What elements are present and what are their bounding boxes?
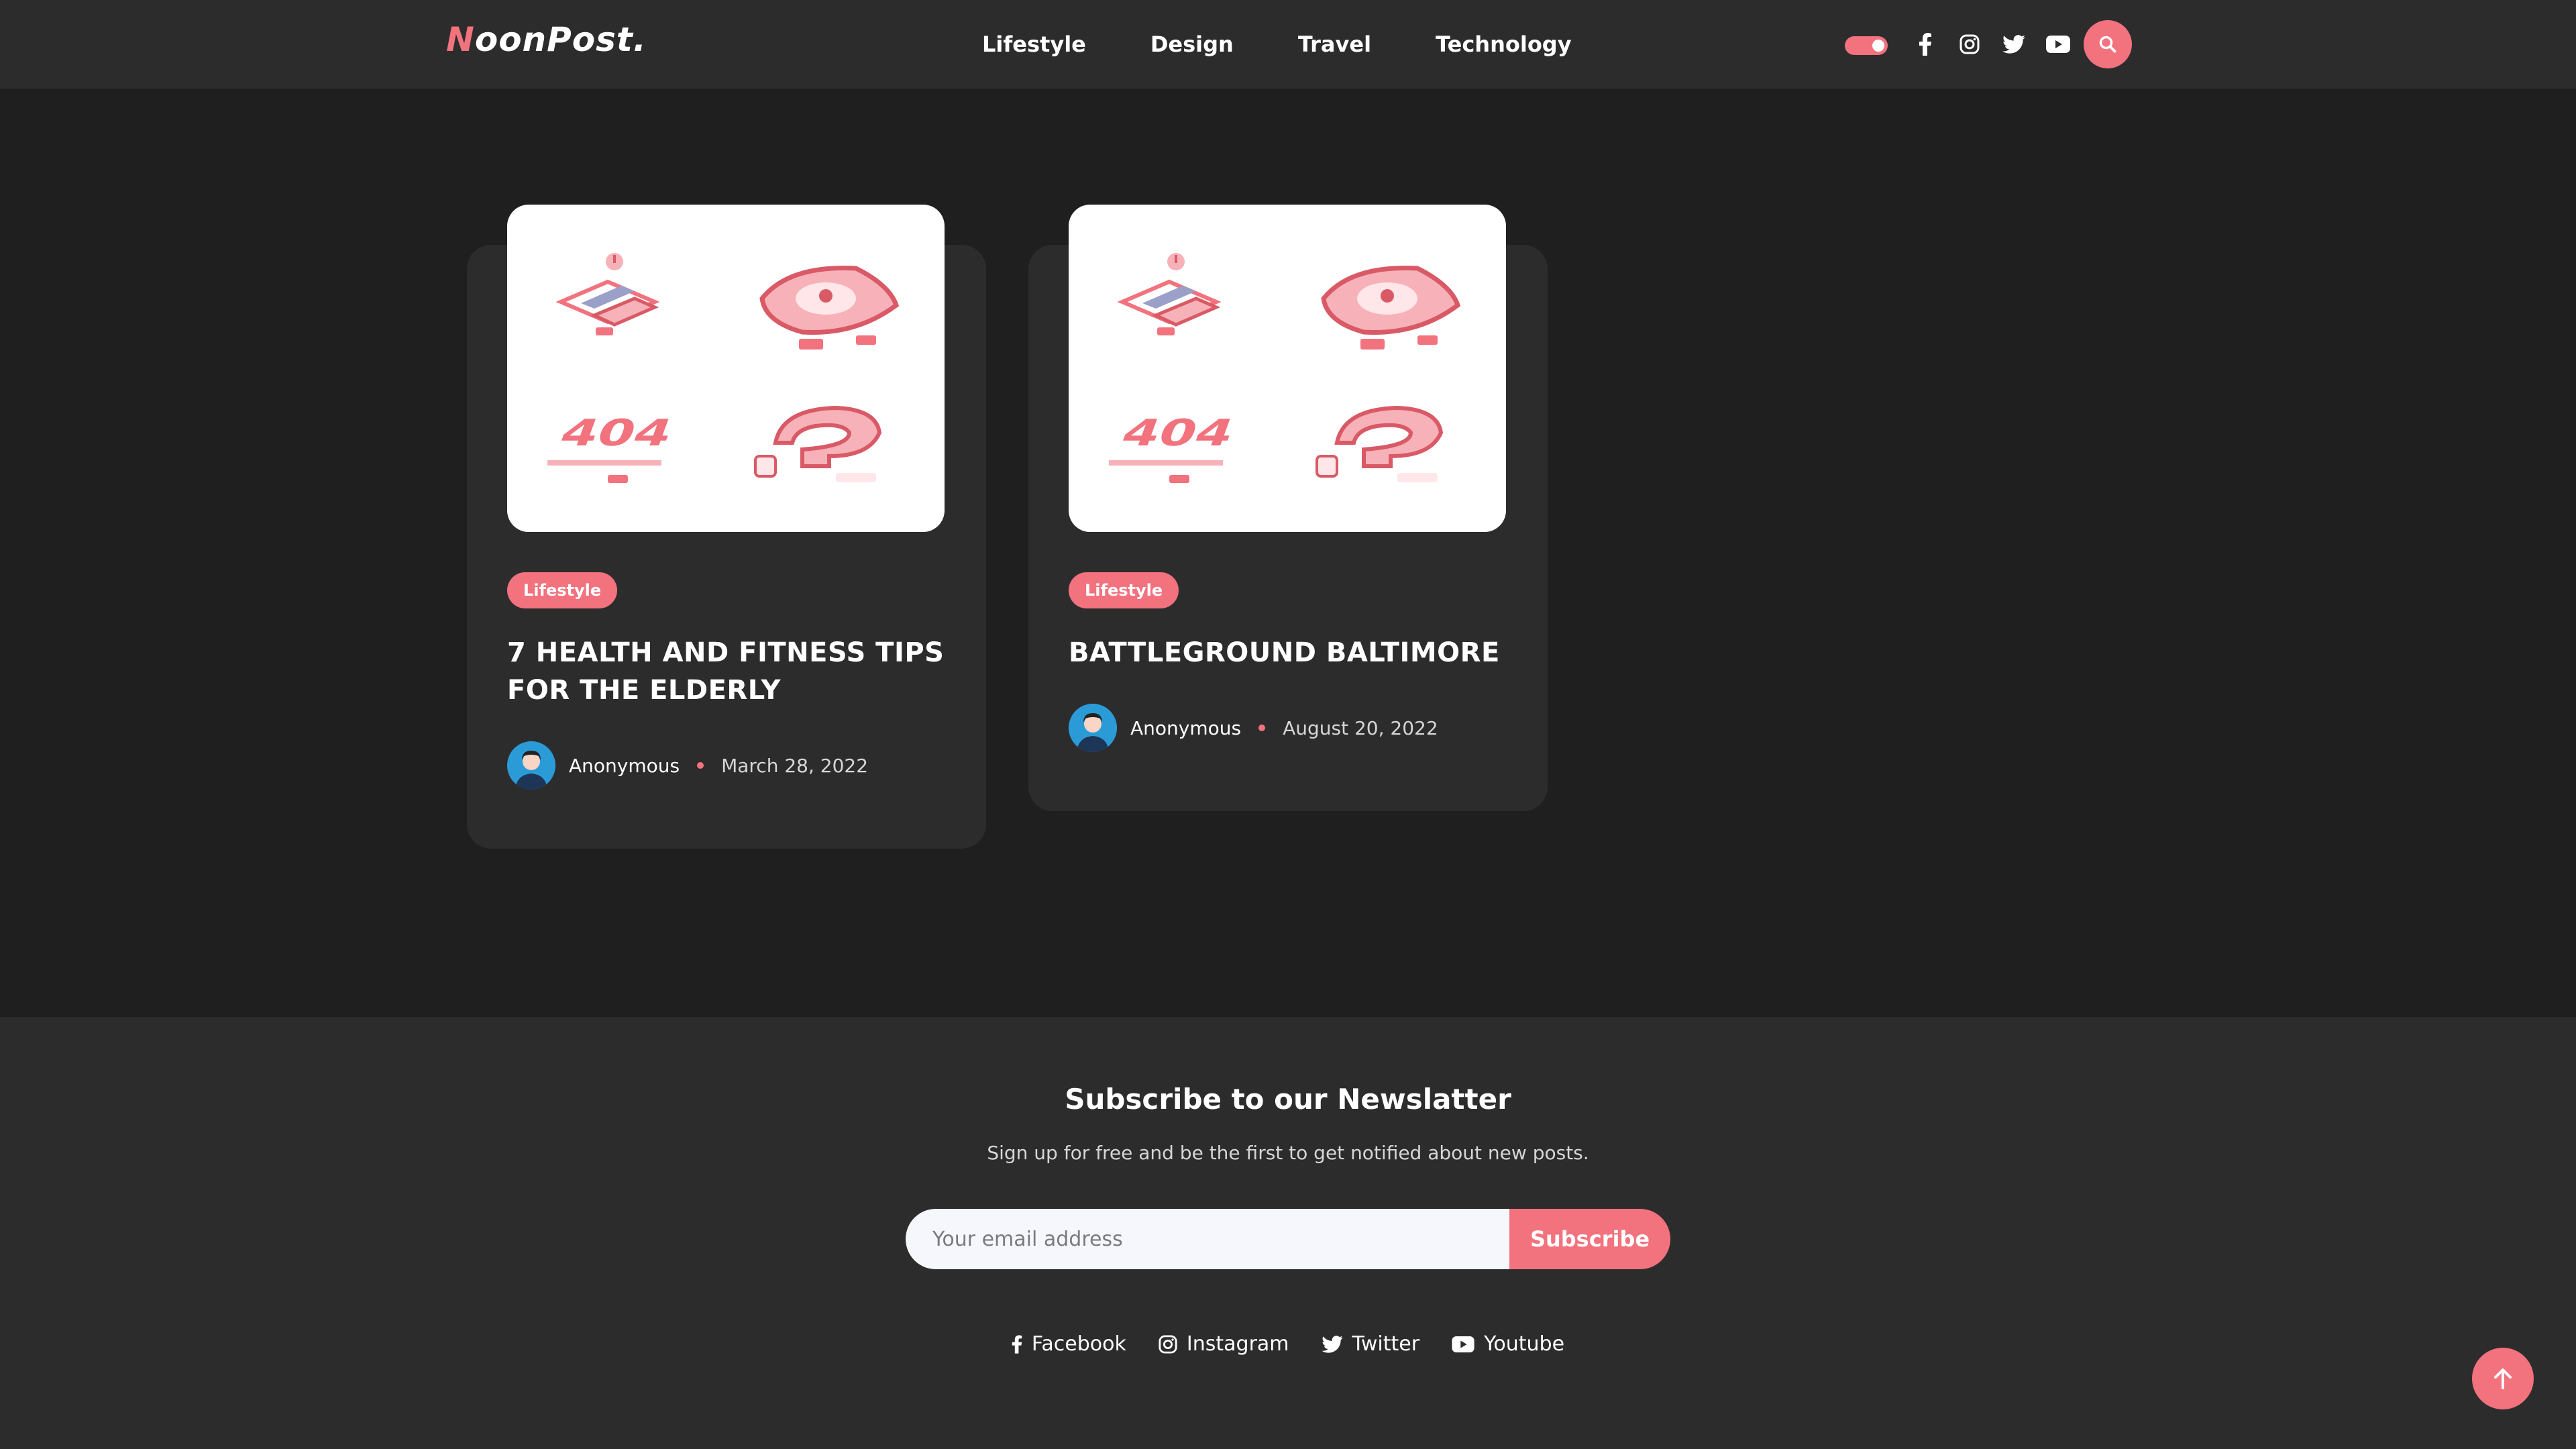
- main-nav: Lifestyle Design Travel Technology: [982, 0, 1572, 89]
- facebook-icon[interactable]: [1913, 32, 1937, 56]
- post-meta: Anonymous March 28, 2022: [507, 741, 868, 790]
- logo-initial: N: [446, 20, 475, 59]
- subscribe-button[interactable]: Subscribe: [1509, 1209, 1670, 1269]
- post-title[interactable]: BATTLEGROUND BALTIMORE: [1069, 634, 1511, 672]
- footer-link-instagram[interactable]: Instagram: [1159, 1332, 1289, 1356]
- nav-item-lifestyle[interactable]: Lifestyle: [982, 32, 1086, 57]
- twitter-icon[interactable]: [2002, 32, 2026, 56]
- newsletter-title: Subscribe to our Newslatter: [1065, 1083, 1511, 1116]
- dark-mode-toggle[interactable]: [1845, 36, 1888, 55]
- newsletter-subtitle: Sign up for free and be the first to get…: [987, 1142, 1589, 1164]
- footer-link-label: Youtube: [1484, 1332, 1565, 1356]
- post-card[interactable]: 404 Lifestyle 7 HEALTH AND FITNESS TIPS …: [467, 205, 986, 849]
- footer-link-label: Twitter: [1352, 1332, 1420, 1356]
- search-icon: [2099, 36, 2116, 53]
- footer-link-twitter[interactable]: Twitter: [1321, 1332, 1420, 1356]
- footer-link-label: Facebook: [1031, 1332, 1126, 1356]
- facebook-icon: [1012, 1334, 1022, 1354]
- post-card[interactable]: 404 Lifestyle BATTLEGROUND BALTIMORE Ano…: [1028, 205, 1548, 811]
- post-thumbnail[interactable]: 404: [1069, 205, 1506, 532]
- footer-link-facebook[interactable]: Facebook: [1012, 1332, 1126, 1356]
- search-button[interactable]: [2084, 20, 2132, 68]
- instagram-icon: [1159, 1334, 1177, 1354]
- newsletter-form: Subscribe: [906, 1209, 1670, 1269]
- category-tag[interactable]: Lifestyle: [507, 572, 618, 608]
- svg-text:404: 404: [554, 412, 679, 455]
- isometric-illustration: 404: [1109, 253, 1461, 483]
- instagram-icon[interactable]: [1957, 32, 1982, 56]
- footer-link-label: Instagram: [1186, 1332, 1289, 1356]
- site-header: NoonPost. Lifestyle Design Travel Techno…: [0, 0, 2576, 89]
- nav-item-travel[interactable]: Travel: [1298, 32, 1371, 57]
- nav-item-design[interactable]: Design: [1150, 32, 1234, 57]
- post-meta: Anonymous August 20, 2022: [1069, 704, 1438, 752]
- isometric-illustration: 404: [547, 253, 900, 483]
- site-logo[interactable]: NoonPost.: [446, 20, 647, 59]
- post-thumbnail[interactable]: 404: [507, 205, 945, 532]
- youtube-icon[interactable]: [2046, 32, 2070, 56]
- arrow-up-icon: [2494, 1368, 2512, 1389]
- youtube-icon: [1452, 1336, 1474, 1352]
- email-input[interactable]: [906, 1209, 1509, 1269]
- svg-text:404: 404: [1116, 412, 1240, 455]
- category-tag[interactable]: Lifestyle: [1069, 572, 1179, 608]
- meta-separator: [697, 762, 704, 769]
- author-avatar: [1069, 704, 1117, 752]
- nav-item-technology[interactable]: Technology: [1436, 32, 1572, 57]
- author-avatar: [507, 741, 555, 790]
- logo-text: oonPost.: [474, 20, 647, 59]
- post-date: March 28, 2022: [721, 754, 869, 777]
- header-social-links: [1913, 30, 2070, 59]
- footer-link-youtube[interactable]: Youtube: [1452, 1332, 1564, 1356]
- newsletter-footer: Subscribe to our Newslatter Sign up for …: [0, 1017, 2576, 1449]
- twitter-icon: [1321, 1335, 1343, 1353]
- scroll-to-top-button[interactable]: [2472, 1348, 2534, 1409]
- footer-social-links: Facebook Instagram Twitter Youtube: [0, 1332, 2576, 1356]
- post-date: August 20, 2022: [1283, 716, 1438, 739]
- toggle-knob: [1872, 40, 1884, 52]
- meta-separator: [1258, 724, 1266, 731]
- author-name[interactable]: Anonymous: [569, 755, 680, 777]
- author-name[interactable]: Anonymous: [1130, 717, 1241, 739]
- post-title[interactable]: 7 HEALTH AND FITNESS TIPS FOR THE ELDERL…: [507, 634, 950, 709]
